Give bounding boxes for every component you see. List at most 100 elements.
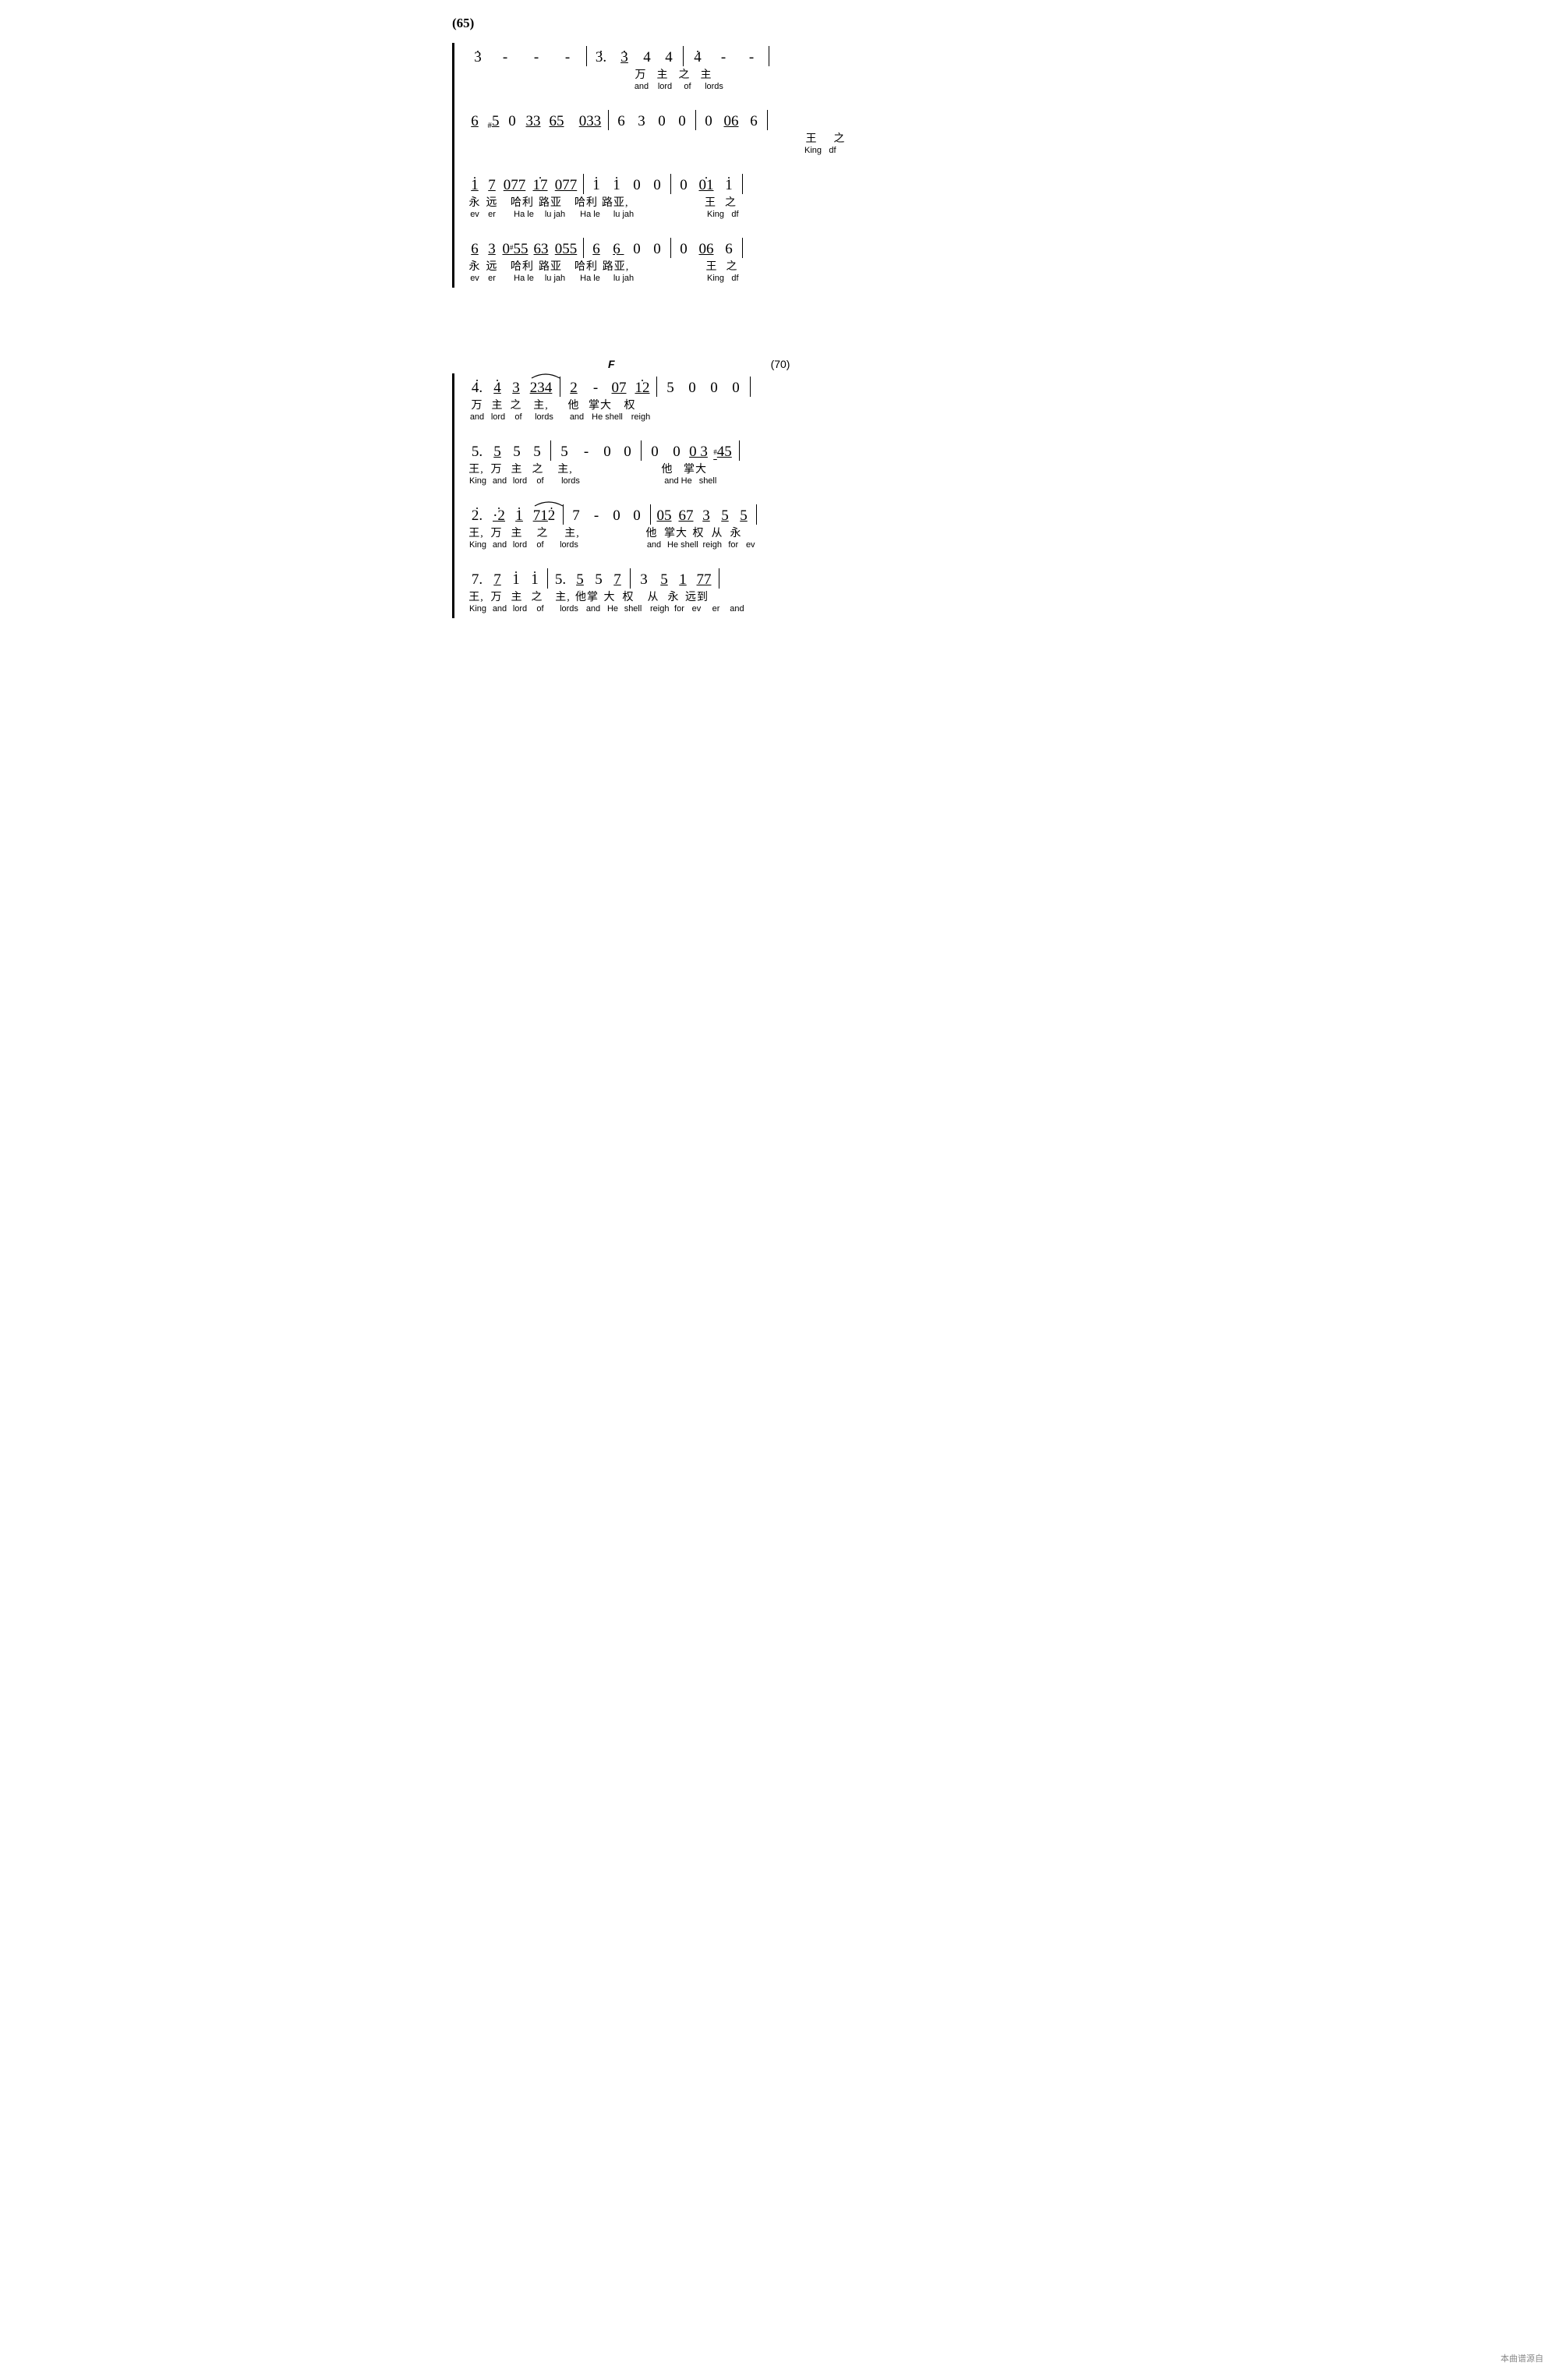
s2-lyric-cn-4: 王, 万 主 之 主, 他掌 大 权 从 永 远到: [466, 589, 1107, 604]
note-6ul: 6: [466, 113, 483, 130]
s2-r2-bar2: [638, 440, 644, 461]
section-1: • 3 - - - • 3. • 3 4: [452, 43, 1107, 288]
s2-lyric-en-1: and lord of lords and He shell reigh: [466, 412, 1107, 426]
note-077ul: 077: [500, 177, 529, 194]
note-6b: 6: [744, 113, 764, 130]
s2-r4-77ul: 77: [692, 571, 716, 589]
s2-r2-bar1: [547, 440, 553, 461]
note-dash3: -: [552, 49, 583, 66]
s2-r2-5b: 5: [527, 444, 547, 461]
music-row-3: • 1 7 077 • 17 077 • 1: [466, 171, 1107, 194]
s2-r3-5ul: 5: [716, 507, 734, 525]
s2-music-row-2: 5. 5 5 5 5 - 0 0 0 0 0 3 #45: [466, 437, 1107, 461]
s2-r2-0d: 0: [666, 444, 688, 461]
music-row-4: 6 3 0#55 63 055 6 6̲ 0 0 0 06 6: [466, 235, 1107, 258]
s2-r4-7ul: 7: [488, 571, 507, 589]
s2-r2-bar3: [736, 440, 742, 461]
s2-r3-67ul: 67: [675, 507, 697, 525]
s2-r2-sharp45ul: #45: [709, 444, 736, 461]
lyric-cn-4: 永 远 哈利 路亚 哈利 路亚, 王 之: [466, 258, 1107, 274]
s2-r4-bar2: [627, 568, 633, 589]
note-6c: 6: [719, 241, 739, 258]
s2-lyric-en-3: King and lord of lords and He shell reig…: [466, 540, 1107, 554]
s2-barline3: [747, 377, 753, 397]
note-1dot-c: • 1: [719, 177, 739, 194]
s2-r4-3: 3: [633, 571, 655, 589]
s2-r4-5ul-c: 5: [655, 571, 673, 589]
note-33ul: 33: [521, 113, 546, 130]
barline: [583, 46, 589, 66]
barline11: [667, 238, 673, 258]
note-0j: 0: [673, 241, 694, 258]
note-65ul: 65: [546, 113, 567, 130]
s2-r3-0a: 0: [606, 507, 627, 525]
s2-note-234ul: 234: [525, 380, 557, 397]
score-page: (65) • 3 - - - • 3.: [429, 0, 1130, 657]
s2-note-07ul: 07: [606, 380, 631, 397]
barline7: [580, 174, 586, 194]
note-3dot: • 3.: [589, 49, 613, 66]
lyric-cn-2: 王 之: [466, 130, 1107, 146]
note-0a: 0: [504, 113, 521, 130]
s2-r2-dash: -: [575, 444, 597, 461]
barline8: [667, 174, 673, 194]
note-06ul: 06: [719, 113, 744, 130]
s2-note-4dot: • 4.: [466, 380, 488, 397]
note-1dot7-ul: • 17: [529, 177, 552, 194]
note-6dot-ul: 6: [586, 241, 606, 258]
s2-r2-5a: 5: [507, 444, 527, 461]
note-0e: 0: [627, 177, 647, 194]
s2-r2-0a: 0: [597, 444, 617, 461]
s2-r4-1dot-b: • 1: [525, 571, 544, 589]
s2-r4-bar3: [716, 568, 722, 589]
s2-r4-5c: 5: [589, 571, 608, 589]
note-6a: 6: [611, 113, 631, 130]
s2-lyric-en-2: King and lord of lords and He shell: [466, 476, 1107, 490]
s2-r3-0b: 0: [627, 507, 647, 525]
s2-r3-1dot-ul: • 1: [510, 507, 529, 525]
note-055ul: 055: [552, 241, 580, 258]
s2-note-0b: 0: [703, 380, 725, 397]
s2-barline2: [653, 377, 659, 397]
note-0b: 0: [652, 113, 672, 130]
note-dash1: -: [490, 49, 521, 66]
s2-r4-5sub-ul: 5 ·: [571, 571, 589, 589]
f-label: F: [608, 358, 615, 370]
s2-note-4ul-dot: • 4: [488, 380, 507, 397]
s2-r3-bar2: [647, 504, 653, 525]
s2-note-5a: 5: [659, 380, 681, 397]
note-1dot-b: • 1: [606, 177, 627, 194]
note-077ul-b: 077: [552, 177, 580, 194]
note-0c: 0: [672, 113, 692, 130]
s2-r3-712ul: 71 • 2: [529, 507, 560, 525]
s2-r3-bar3: [753, 504, 759, 525]
note-0f: 0: [647, 177, 667, 194]
barline6: [764, 110, 770, 130]
note-1dot-a: • 1: [586, 177, 606, 194]
note-4dot: • 4: [686, 49, 709, 66]
note-0sharp55: 0#55: [500, 241, 530, 258]
s2-r4-5dot: 5.: [550, 571, 571, 589]
lyric-en-2: King df: [466, 146, 1107, 160]
note-3-dot: • 3: [466, 49, 490, 66]
s2-r2-03ul: 0 3: [688, 444, 709, 461]
note-06ul-b: 06: [694, 241, 719, 258]
s2-r4-1ul: 1: [673, 571, 692, 589]
barline5: [692, 110, 698, 130]
s2-r3-2dotdot: • 2.: [466, 507, 488, 525]
lyric-en-1: and lord of lords: [466, 82, 1107, 96]
barline12: [739, 238, 745, 258]
s2-r3-dot2dot-ul: • ·2: [488, 507, 510, 525]
note-4b: 4: [658, 49, 680, 66]
note-0d: 0: [698, 113, 719, 130]
note-033ul: 033: [575, 113, 605, 130]
s2-r2-0c: 0: [644, 444, 666, 461]
page-label-65: (65): [452, 16, 1107, 31]
s2-r3-7: 7: [566, 507, 586, 525]
s2-note-3ul: 3: [507, 380, 525, 397]
note-4a: 4: [636, 49, 658, 66]
s2-note-2ul: 2: [563, 380, 585, 397]
s2-r3-05ul: 05: [653, 507, 675, 525]
section-2: • 4. • 4 3 234: [452, 373, 1107, 618]
s2-lyric-cn-1: 万 主 之 主, 他 掌大 权: [466, 397, 1107, 412]
